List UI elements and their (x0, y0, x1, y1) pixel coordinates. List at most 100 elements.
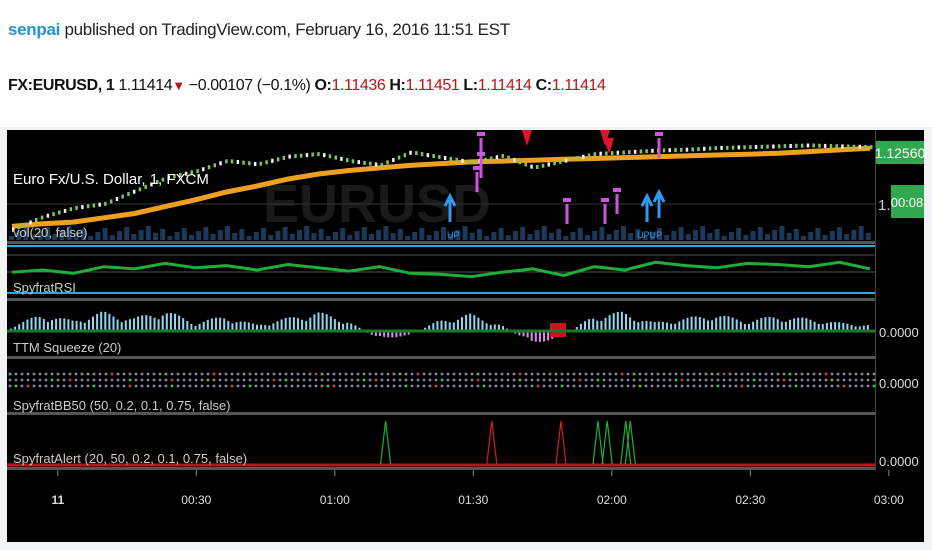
price-candle (225, 159, 228, 164)
volume-bar (88, 236, 94, 240)
bb50-dot (662, 378, 666, 382)
bb50-dot (50, 372, 54, 376)
volume-bar (189, 235, 194, 240)
price-candle (392, 158, 395, 162)
bb50-dot (392, 384, 396, 388)
separator-alert-axis[interactable] (7, 467, 875, 470)
bb50-dot (272, 372, 276, 376)
bb50-dot (344, 372, 348, 376)
price-candle (559, 159, 562, 164)
bb50-dot (800, 378, 804, 382)
bb50-dot (194, 372, 198, 376)
ttm-histogram-bar (694, 316, 697, 331)
price-candle (346, 158, 349, 163)
volume-bar (664, 235, 670, 240)
price-candle (294, 154, 297, 159)
bb50-dot (572, 372, 576, 376)
bb50-dot (182, 378, 186, 382)
bb50-dot (338, 384, 342, 388)
bb50-dot (584, 372, 588, 376)
bb50-dot (752, 384, 756, 388)
ttm-histogram-bar (764, 317, 767, 331)
bb50-dot (278, 384, 282, 388)
bb50-dot (392, 378, 396, 382)
bb50-dot (836, 378, 840, 382)
bb50-dot (788, 372, 792, 376)
price-candle (357, 160, 360, 165)
bb50-dot (614, 384, 618, 388)
separator-price-rsi[interactable] (7, 241, 875, 244)
ttm-histogram-bar (100, 311, 103, 331)
separator-ttm-bb[interactable] (7, 356, 875, 359)
bb50-dot (92, 378, 96, 382)
price-candle (213, 163, 216, 168)
separator-rsi-ttm[interactable] (7, 298, 875, 301)
bb50-dot (410, 372, 414, 376)
bb50-dot (164, 378, 168, 382)
pink-flag-icon (477, 152, 485, 156)
bb50-dot (464, 372, 468, 376)
volume-bar (225, 226, 230, 240)
volume-bar (469, 233, 475, 240)
volume-bar (376, 230, 382, 240)
bb50-dot (380, 372, 384, 376)
ttm-pane-title: TTM Squeeze (20) (13, 340, 121, 355)
bb50-dot (188, 372, 192, 376)
bb50-dot (638, 384, 642, 388)
bb50-dot (110, 384, 114, 388)
bb50-dot (116, 378, 120, 382)
bb50-dot (668, 378, 672, 382)
ttm-histogram-bar (461, 317, 463, 331)
price-candle (593, 152, 597, 157)
price-candle (760, 144, 764, 149)
volume-bar (779, 226, 785, 240)
ttm-histogram-bar (633, 320, 636, 331)
bb50-dot (632, 384, 636, 388)
volume-bar (210, 234, 216, 240)
price-candle (386, 160, 389, 165)
ttm-axis-value: 0.0000 (879, 325, 919, 340)
chart-svg[interactable]: EURUSD Euro Fx/U.S. Dollar, 1, FXCM vol(… (7, 130, 924, 542)
bb50-dot (686, 384, 690, 388)
volume-bar (570, 232, 576, 240)
price-candle (323, 153, 326, 158)
ttm-histogram-bar (723, 315, 726, 331)
volume-bar (563, 236, 569, 240)
bb50-dot (464, 384, 468, 388)
bb50-dot (392, 372, 396, 376)
bb50-dot (416, 372, 420, 376)
upup-signal-label: UPUP (637, 230, 662, 240)
bb50-dot (710, 384, 714, 388)
volume-bar (628, 233, 634, 240)
chart-area[interactable]: EURUSD Euro Fx/U.S. Dollar, 1, FXCM vol(… (7, 130, 924, 542)
bb50-dot (842, 384, 846, 388)
countdown-text: 00:08 (891, 195, 924, 210)
volume-bar (95, 232, 101, 240)
volume-bar (441, 227, 446, 240)
ttm-histogram-bar (174, 313, 176, 331)
low-value: 1.11414 (477, 77, 532, 94)
bb50-dot (440, 378, 444, 382)
price-axis-border (875, 130, 876, 470)
bb50-dot (326, 384, 330, 388)
bb50-dot (8, 384, 12, 388)
close-label: C: (535, 77, 552, 94)
time-axis[interactable]: 11 00:30 01:00 01:30 02:00 02:30 03:00 (51, 470, 904, 507)
price-candle (530, 164, 533, 169)
ttm-histogram-bar (682, 319, 685, 331)
bb50-dot (518, 378, 522, 382)
volume-bar (498, 228, 504, 240)
bb50-dot (656, 372, 660, 376)
bb50-dot (866, 384, 870, 388)
price-candle (766, 144, 769, 149)
ttm-histogram-bar (26, 319, 29, 331)
bb50-dot (98, 384, 102, 388)
bb50-dot (206, 372, 210, 376)
bb50-dot (152, 384, 156, 388)
bb50-dot (512, 384, 516, 388)
ttm-histogram-bar (104, 311, 107, 331)
author-link[interactable]: senpai (8, 20, 60, 39)
volume-bar (534, 230, 540, 240)
volume-bar (383, 226, 389, 240)
bb50-dot (104, 384, 108, 388)
